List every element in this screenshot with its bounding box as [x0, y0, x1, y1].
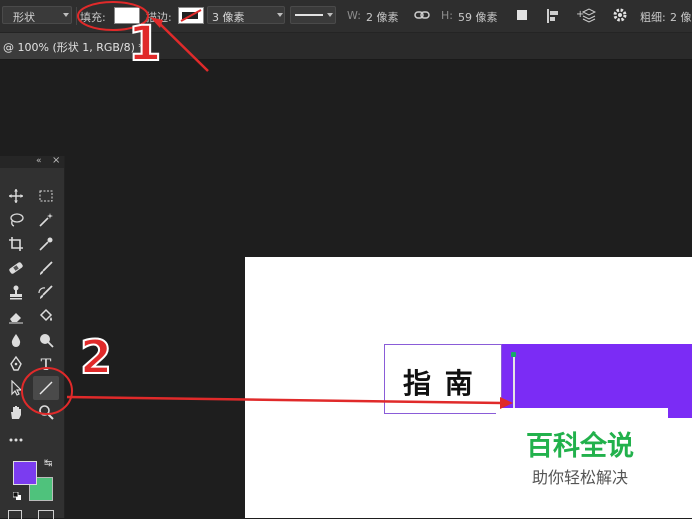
stroke-type-select[interactable]	[290, 6, 336, 24]
brush-tool-icon[interactable]	[36, 258, 56, 278]
history-brush-tool-icon[interactable]	[36, 282, 56, 302]
marquee-tool-icon[interactable]	[36, 186, 56, 206]
document-tab-bar: @ 100% (形状 1, RGB/8) *	[0, 33, 692, 60]
gear-icon[interactable]	[612, 7, 628, 26]
stroke-width-field[interactable]: 3 像素	[207, 6, 285, 24]
path-alignment-icon[interactable]	[546, 8, 562, 27]
watermark-title: 百科全说	[526, 431, 634, 462]
step-1-label: 1	[127, 16, 162, 72]
blur-tool-icon[interactable]	[6, 330, 26, 350]
drawn-line-shape[interactable]	[513, 354, 515, 412]
eraser-tool-icon[interactable]	[6, 306, 26, 326]
tool-mode-select[interactable]: 形状	[2, 6, 72, 24]
path-operations-icon[interactable]	[516, 9, 530, 26]
more-tools-icon[interactable]	[6, 430, 26, 450]
healing-brush-tool-icon[interactable]	[6, 258, 26, 278]
eyedropper-tool-icon[interactable]	[36, 234, 56, 254]
panel-header: « ×	[0, 155, 64, 168]
hand-tool-icon[interactable]	[6, 402, 26, 422]
link-icon[interactable]	[414, 8, 430, 25]
line-anchor-point[interactable]	[511, 352, 516, 357]
foreground-color-swatch[interactable]	[13, 461, 37, 485]
document-tab-title: @ 100% (形状 1, RGB/8) *	[3, 41, 144, 54]
text-layer-bounding-box[interactable]: 指 南	[384, 344, 502, 414]
width-value[interactable]: 2 像素	[366, 9, 399, 25]
stroke-width-value: 3 像素	[212, 11, 245, 24]
path-arrangement-icon[interactable]: +	[576, 7, 597, 28]
svg-text:+: +	[576, 9, 584, 20]
dodge-tool-icon[interactable]	[36, 330, 56, 350]
path-selection-tool-icon[interactable]	[6, 378, 26, 398]
stroke-swatch[interactable]	[178, 7, 204, 24]
chevron-down-icon	[277, 13, 283, 17]
no-stroke-icon	[180, 9, 202, 22]
canvas-text: 指 南	[403, 367, 475, 400]
lasso-tool-icon[interactable]	[6, 210, 26, 230]
purple-rectangle-shape[interactable]	[502, 344, 692, 418]
step-2-label: 2	[79, 330, 113, 384]
chevron-down-icon	[63, 13, 69, 17]
close-icon[interactable]: ×	[52, 155, 60, 166]
collapse-icon[interactable]: «	[36, 156, 42, 166]
tools-panel: « × T ↹	[0, 155, 65, 519]
crop-tool-icon[interactable]	[6, 234, 26, 254]
height-value[interactable]: 59 像素	[458, 9, 498, 25]
tool-mode-value: 形状	[13, 11, 35, 24]
weight-value[interactable]: 2 像	[670, 9, 692, 25]
default-colors-icon[interactable]	[12, 490, 21, 500]
divider	[76, 7, 77, 25]
height-label: H:	[441, 9, 453, 22]
zoom-tool-icon[interactable]	[36, 402, 56, 422]
swap-colors-icon[interactable]: ↹	[44, 458, 52, 469]
chevron-down-icon	[327, 13, 333, 17]
width-label: W:	[347, 9, 361, 22]
watermark: 百科全说 助你轻松解决	[496, 408, 668, 492]
weight-label: 粗细:	[640, 11, 666, 24]
magic-wand-tool-icon[interactable]	[36, 210, 56, 230]
solid-line-icon	[295, 14, 323, 16]
move-tool-icon[interactable]	[6, 186, 26, 206]
options-bar: 形状 填充: 描边: 3 像素 W: 2 像素 H: 59 像素 + 粗细: 2…	[0, 0, 692, 33]
fill-label: 填充:	[80, 11, 106, 24]
clone-stamp-tool-icon[interactable]	[6, 282, 26, 302]
line-tool-icon[interactable]	[33, 376, 59, 400]
text-tool-icon[interactable]: T	[36, 354, 56, 374]
paint-bucket-tool-icon[interactable]	[36, 306, 56, 326]
pen-tool-icon[interactable]	[6, 354, 26, 374]
watermark-subtitle: 助你轻松解决	[531, 468, 628, 487]
